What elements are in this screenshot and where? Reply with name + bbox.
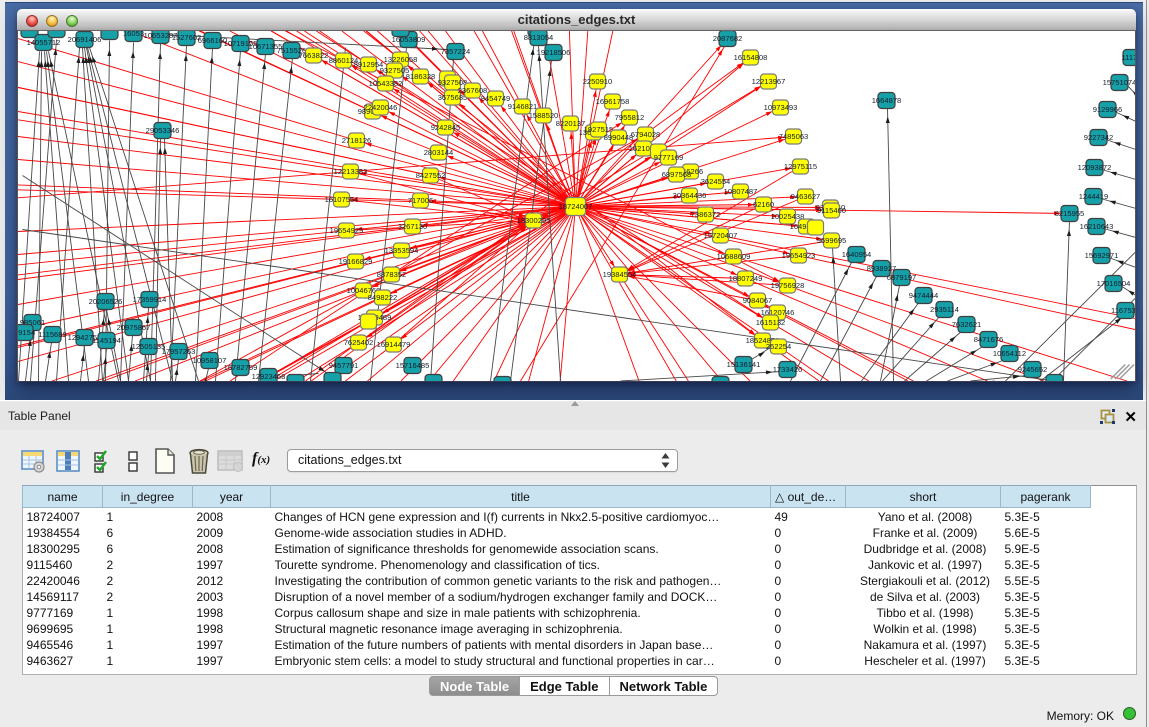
svg-text:18724007: 18724007 [559,202,593,211]
svg-text:2250910: 2250910 [583,77,613,86]
svg-text:6897568: 6897568 [662,170,692,179]
svg-text:6794028: 6794028 [631,130,661,139]
svg-text:12923468: 12923468 [252,372,286,381]
svg-text:8454749: 8454749 [481,94,511,103]
svg-text:19218506: 19218506 [537,48,571,57]
svg-text:16782759: 16782759 [224,363,258,372]
svg-text:7625402: 7625402 [344,338,374,347]
svg-text:7386372: 7386372 [691,210,721,219]
svg-text:10654112: 10654112 [993,349,1026,358]
svg-text:7485063: 7485063 [779,132,809,141]
svg-text:9699695: 9699695 [817,236,847,245]
svg-text:19756928: 19756928 [771,281,805,290]
svg-text:8938927: 8938927 [867,264,897,273]
svg-text:1167533: 1167533 [1111,306,1136,315]
svg-text:15716485: 15716485 [396,361,430,370]
svg-text:8990448: 8990448 [604,133,634,142]
svg-text:1664878: 1664878 [872,96,902,105]
svg-text:16210643: 16210643 [1080,222,1114,231]
svg-text:3624554: 3624554 [701,177,731,186]
svg-text:9242845: 9242845 [431,123,461,132]
svg-text:9146821: 9146821 [508,102,538,111]
svg-text:8220137: 8220137 [556,119,586,128]
svg-text:13353594: 13353594 [385,246,419,255]
svg-text:9777169: 9777169 [654,153,684,162]
svg-text:7955812: 7955812 [615,113,645,122]
svg-text:19384554: 19384554 [603,270,637,279]
svg-text:16053: 16053 [123,31,144,38]
svg-text:1244419: 1244419 [1079,192,1109,201]
svg-text:9129966: 9129966 [1093,105,1123,114]
svg-text:10543382: 10543382 [369,79,403,88]
svg-text:17016504: 17016504 [1097,279,1131,288]
svg-text:10688609: 10688609 [717,252,751,261]
svg-text:16154808: 16154808 [734,53,768,62]
svg-text:7663822: 7663822 [299,51,329,60]
svg-text:9084067: 9084067 [743,296,773,305]
svg-text:8427552: 8427552 [416,171,446,180]
svg-text:18300295: 18300295 [517,216,551,225]
svg-text:9115460: 9115460 [817,206,846,215]
svg-text:12213383: 12213383 [334,167,368,176]
svg-text:10973493: 10973493 [764,103,798,112]
svg-text:2087682: 2087682 [713,34,743,43]
svg-text:12975115: 12975115 [784,162,817,171]
svg-text:15692971: 15692971 [1085,251,1119,260]
svg-text:19654925: 19654925 [330,226,364,235]
svg-text:252254: 252254 [766,342,791,351]
svg-text:20206526: 20206526 [89,297,123,306]
svg-text:20975867: 20975867 [117,323,151,332]
svg-text:7357224: 7357224 [441,47,471,56]
svg-text:62160: 62160 [753,200,774,209]
svg-text:2803144: 2803144 [424,148,454,157]
svg-text:6879197: 6879197 [887,273,917,282]
svg-text:2718126: 2718126 [342,136,372,145]
svg-text:16914479: 16914479 [377,340,411,349]
svg-text:9463627: 9463627 [791,192,821,201]
svg-text:12093872: 12093872 [1078,163,1112,172]
svg-text:19166829: 19166829 [339,257,373,266]
svg-text:2935114: 2935114 [930,305,959,314]
svg-text:1733426: 1733426 [773,365,803,374]
svg-text:18807249: 18807249 [729,274,763,283]
svg-text:717006: 717006 [408,196,433,205]
svg-text:15720407: 15720407 [704,231,738,240]
svg-text:11175: 11175 [1122,53,1137,62]
svg-text:8813054: 8813054 [524,33,554,42]
svg-text:17957263: 17957263 [162,347,196,356]
svg-text:9474444: 9474444 [909,291,939,300]
svg-text:15751074: 15751074 [1103,78,1136,87]
svg-text:19654923: 19654923 [782,251,816,260]
svg-text:8186328: 8186328 [406,72,436,81]
svg-text:10807487: 10807487 [724,187,758,196]
svg-text:1588520: 1588520 [529,111,559,120]
svg-text:17359914: 17359914 [133,295,167,304]
svg-text:9245652: 9245652 [1018,365,1048,374]
svg-text:16107554: 16107554 [325,195,359,204]
svg-text:8471676: 8471676 [974,335,1004,344]
svg-text:15136141: 15136141 [727,360,761,369]
svg-text:22420046: 22420046 [364,103,398,112]
svg-text:29053346: 29053346 [146,126,180,135]
svg-text:12213967: 12213967 [752,77,786,86]
svg-text:8215955: 8215955 [1055,209,1085,218]
svg-text:1640954: 1640954 [842,250,872,259]
svg-text:20691406: 20691406 [68,35,102,44]
svg-text:14055712: 14055712 [27,38,61,47]
svg-text:39154: 39154 [18,328,35,337]
svg-text:1615132: 1615132 [756,318,786,327]
svg-text:3267130: 3267130 [398,222,428,231]
svg-text:7632621: 7632621 [952,320,982,329]
svg-text:12505135: 12505135 [132,342,166,351]
svg-text:20364436: 20364436 [673,191,707,200]
svg-text:9457791: 9457791 [329,361,359,370]
svg-text:8498222: 8498222 [368,293,398,302]
svg-text:9227342: 9227342 [1084,133,1114,142]
svg-text:1115689: 1115689 [38,330,66,339]
svg-text:1145194: 1145194 [92,336,121,345]
svg-text:16961758: 16961758 [596,97,630,106]
svg-text:10958107: 10958107 [193,356,227,365]
svg-text:8878352: 8878352 [377,270,407,279]
